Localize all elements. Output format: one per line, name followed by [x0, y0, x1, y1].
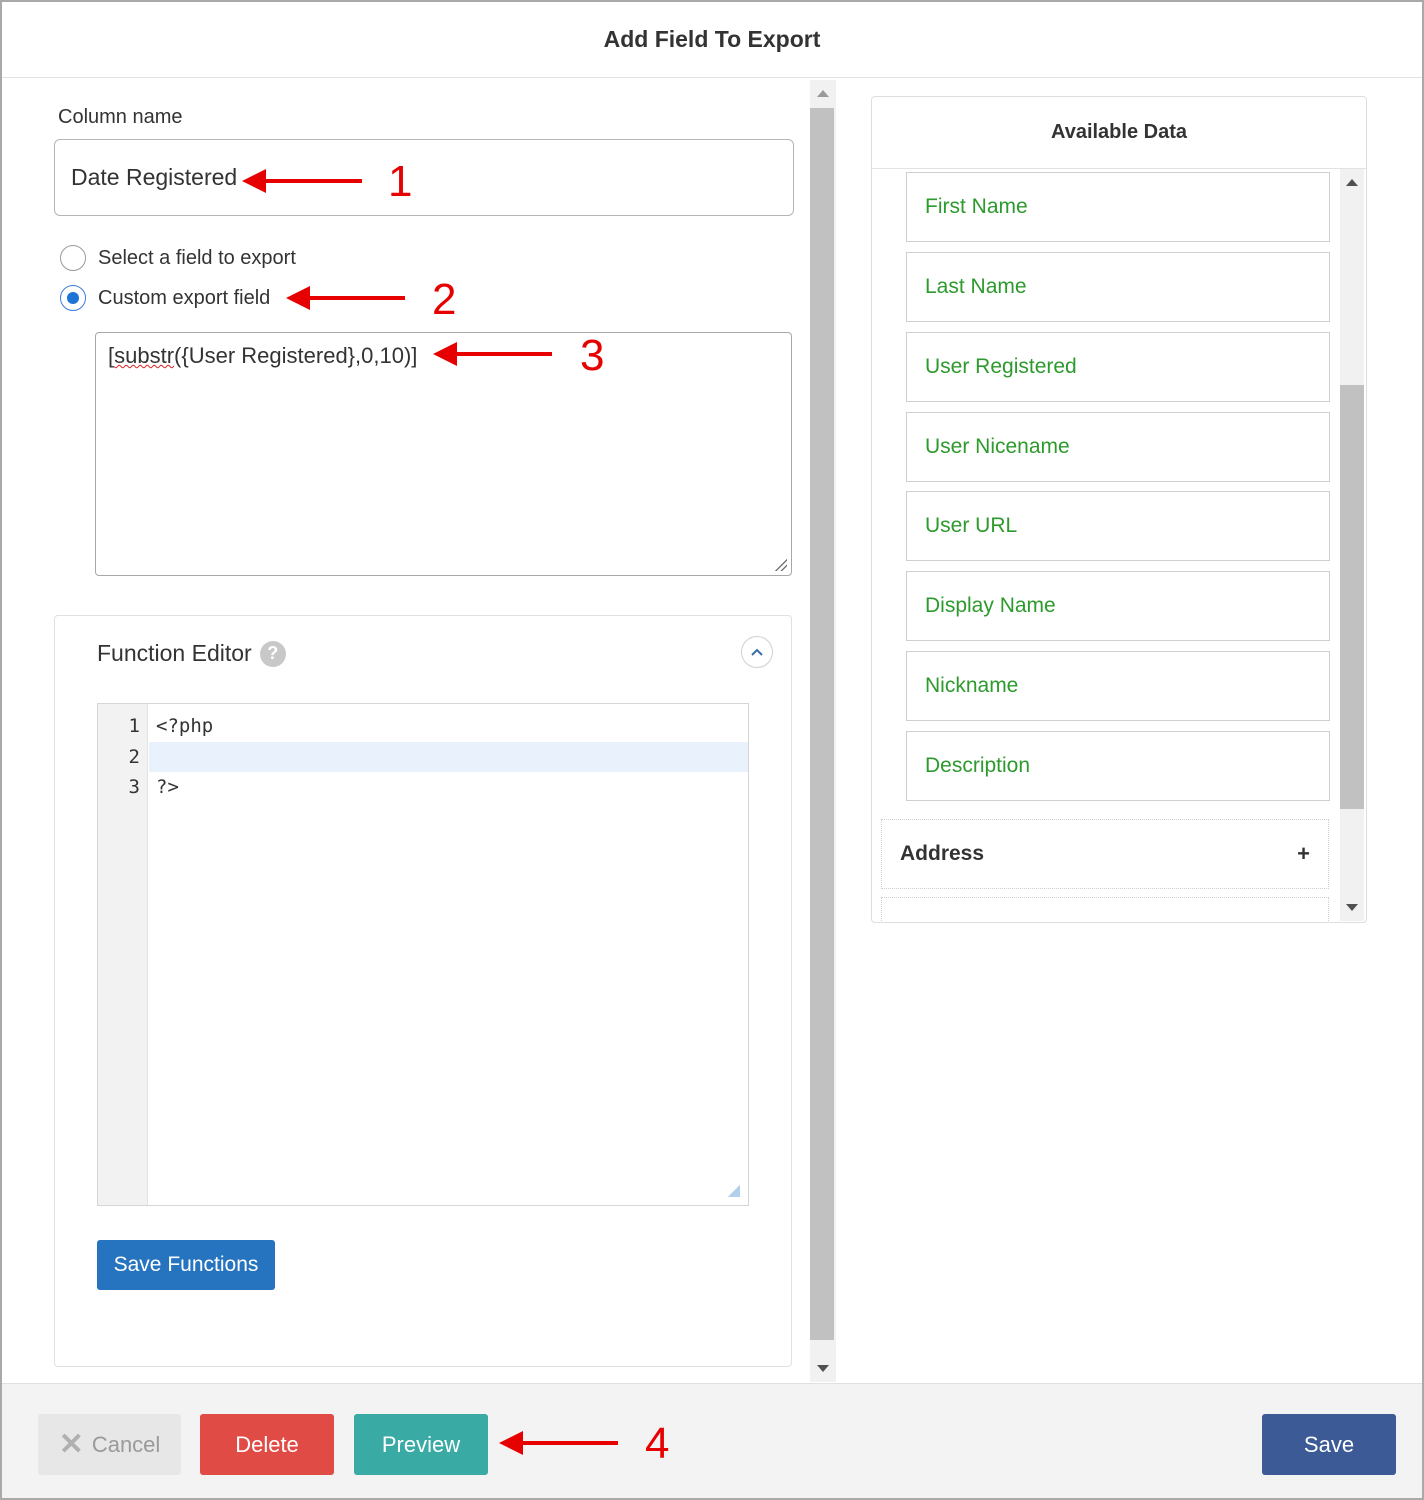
annotation-arrowhead-3 [433, 342, 457, 366]
field-item-user-registered[interactable]: User Registered [906, 332, 1330, 402]
active-line-highlight [149, 742, 748, 772]
expand-plus-icon[interactable]: + [1297, 841, 1310, 867]
function-editor-heading: Function Editor ? [97, 640, 286, 667]
section-address-label: Address [900, 842, 985, 865]
field-item-nickname[interactable]: Nickname [906, 651, 1330, 721]
scroll-up-icon[interactable] [817, 90, 829, 97]
annotation-arrowhead-1 [242, 169, 266, 193]
cancel-button[interactable]: ✕ Cancel [38, 1414, 181, 1475]
annotation-arrowhead-2 [286, 286, 310, 310]
column-name-label: Column name [58, 106, 183, 128]
radio-select-field-label: Select a field to export [98, 246, 296, 269]
code-editor[interactable]: 1 <?php 2 3 ?> [97, 703, 749, 1206]
save-button[interactable]: Save [1262, 1414, 1396, 1475]
line-number: 2 [128, 746, 140, 768]
annotation-arrow-1 [262, 179, 362, 183]
annotation-arrow-3 [454, 352, 552, 356]
annotation-number-2: 2 [432, 275, 457, 324]
annotation-number-4: 4 [645, 1419, 670, 1468]
resize-grip-icon[interactable] [775, 559, 787, 571]
annotation-number-3: 3 [580, 331, 605, 380]
code-line-active[interactable]: 2 [98, 742, 748, 772]
column-name-value: Date Registered [71, 164, 238, 190]
field-item-user-url[interactable]: User URL [906, 491, 1330, 561]
close-icon: ✕ [58, 1428, 84, 1461]
radio-custom-field[interactable]: Custom export field [60, 285, 270, 311]
cancel-label: Cancel [91, 1431, 161, 1457]
scroll-down-icon[interactable] [1346, 904, 1358, 911]
available-data-panel: Available Data First Name Last Name User… [871, 96, 1367, 923]
available-data-scrollbar[interactable] [1340, 169, 1364, 921]
code-line[interactable]: 1 <?php [98, 711, 748, 741]
line-number: 1 [128, 715, 140, 737]
left-pane-scrollbar[interactable] [810, 80, 836, 1382]
section-address[interactable]: Address + [881, 819, 1329, 889]
scrollbar-thumb[interactable] [810, 108, 834, 1340]
radio-select-field[interactable]: Select a field to export [60, 245, 296, 271]
radio-unchecked-icon[interactable] [60, 245, 86, 271]
delete-button[interactable]: Delete [200, 1414, 334, 1475]
scrollbar-thumb[interactable] [1340, 385, 1364, 809]
field-item-last-name[interactable]: Last Name [906, 252, 1330, 322]
editor-resize-icon[interactable] [728, 1185, 740, 1197]
field-item-display-name[interactable]: Display Name [906, 571, 1330, 641]
save-functions-button[interactable]: Save Functions [97, 1240, 275, 1290]
function-editor-title: Function Editor [97, 640, 252, 666]
function-editor-panel: Function Editor ? 1 <?php 2 3 ?> Save Fu… [54, 615, 792, 1367]
chevron-up-icon[interactable] [741, 636, 773, 668]
available-data-title: Available Data [872, 97, 1366, 169]
annotation-arrow-4 [520, 1441, 618, 1445]
scroll-up-icon[interactable] [1346, 179, 1358, 186]
dialog-title: Add Field To Export [2, 2, 1422, 78]
field-item-first-name[interactable]: First Name [906, 172, 1330, 242]
annotation-number-1: 1 [388, 157, 413, 206]
custom-field-text-fn: substr [114, 343, 175, 368]
radio-checked-icon[interactable] [60, 285, 86, 311]
line-number: 3 [128, 776, 140, 798]
dialog-footer: ✕ Cancel Delete Preview Save [2, 1383, 1422, 1498]
preview-button[interactable]: Preview [354, 1414, 488, 1475]
custom-field-text-args: ({User Registered},0,10)] [174, 343, 418, 368]
custom-field-textarea[interactable]: [substr({User Registered},0,10)] [95, 332, 792, 576]
field-item-user-nicename[interactable]: User Nicename [906, 412, 1330, 482]
annotation-arrow-2 [307, 296, 405, 300]
help-icon[interactable]: ? [259, 640, 286, 667]
scroll-down-icon[interactable] [817, 1365, 829, 1372]
section-next-partial[interactable] [881, 897, 1329, 921]
available-data-list: First Name Last Name User Registered Use… [872, 169, 1342, 921]
annotation-arrowhead-4 [499, 1431, 523, 1455]
code-line[interactable]: 3 ?> [98, 772, 748, 802]
radio-custom-field-label: Custom export field [98, 286, 271, 309]
column-name-input[interactable]: Date Registered [54, 139, 794, 216]
field-item-description[interactable]: Description [906, 731, 1330, 801]
add-field-dialog: Add Field To Export Column name Date Reg… [0, 0, 1424, 1500]
code-text: ?> [156, 776, 179, 798]
code-text: <?php [156, 715, 214, 737]
